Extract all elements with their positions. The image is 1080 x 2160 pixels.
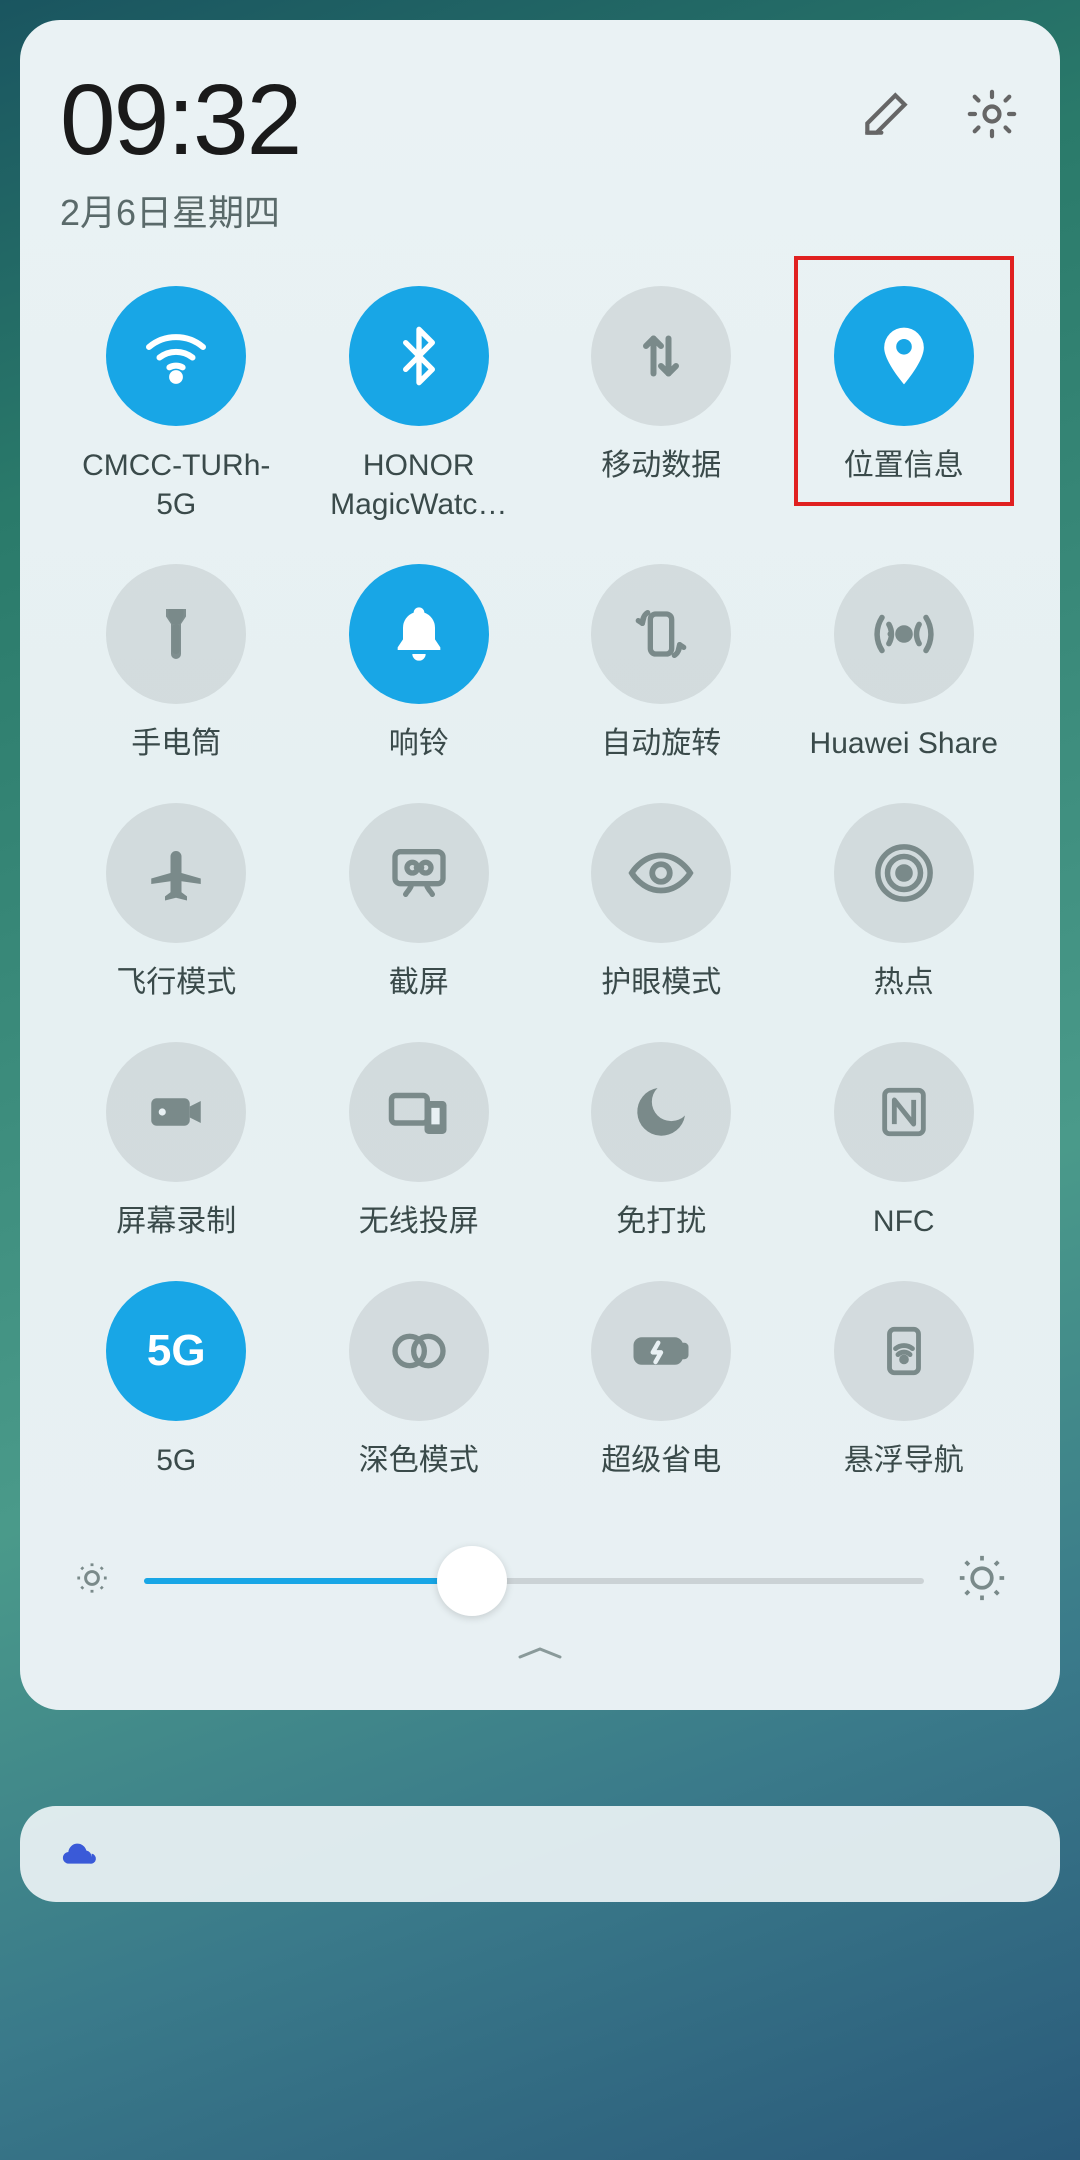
cloud-icon xyxy=(60,1837,100,1872)
floating-nav-icon[interactable] xyxy=(834,1281,974,1421)
tile-label: 自动旋转 xyxy=(601,724,721,763)
power-save-icon[interactable] xyxy=(591,1281,731,1421)
header: 09:32 2月6日星期四 xyxy=(60,70,1020,236)
edit-icon[interactable] xyxy=(858,86,914,147)
airplane-icon[interactable] xyxy=(106,803,246,943)
huawei-share-icon[interactable] xyxy=(834,564,974,704)
nfc-icon[interactable] xyxy=(834,1042,974,1182)
tile-label: 超级省电 xyxy=(601,1441,721,1480)
time-block: 09:32 2月6日星期四 xyxy=(60,70,858,236)
tile-dnd[interactable]: 免打扰 xyxy=(545,1042,778,1241)
tile-wireless-proj[interactable]: 无线投屏 xyxy=(303,1042,536,1241)
eye-comfort-icon[interactable] xyxy=(591,803,731,943)
tile-label: 护眼模式 xyxy=(601,963,721,1002)
tile-label: 移动数据 xyxy=(601,446,721,485)
tile-eye-comfort[interactable]: 护眼模式 xyxy=(545,803,778,1002)
tile-label: 热点 xyxy=(874,963,934,1002)
wifi-icon[interactable] xyxy=(106,286,246,426)
tile-label: HONOR MagicWatc… xyxy=(309,446,529,524)
hotspot-icon[interactable] xyxy=(834,803,974,943)
auto-rotate-icon[interactable] xyxy=(591,564,731,704)
header-actions xyxy=(858,70,1020,147)
tiles-grid: CMCC-TURh-5G HONOR MagicWatc… 移动数据 位置信息手电筒 响… xyxy=(60,286,1020,1480)
tile-label: 截屏 xyxy=(389,963,449,1002)
tile-dark-mode[interactable]: 深色模式 xyxy=(303,1281,536,1480)
tile-ring[interactable]: 响铃 xyxy=(303,564,536,763)
tile-airplane[interactable]: 飞行模式 xyxy=(60,803,293,1002)
clock-date: 2月6日星期四 xyxy=(60,184,858,236)
tile-label: 响铃 xyxy=(389,724,449,763)
tile-label: Huawei Share xyxy=(810,724,998,763)
tile-location[interactable]: 位置信息 xyxy=(788,286,1021,524)
tile-nfc[interactable]: NFC xyxy=(788,1042,1021,1241)
tile-label: CMCC-TURh-5G xyxy=(66,446,286,524)
tile-bluetooth[interactable]: HONOR MagicWatc… xyxy=(303,286,536,524)
tile-hotspot[interactable]: 热点 xyxy=(788,803,1021,1002)
tile-label: 悬浮导航 xyxy=(844,1441,964,1480)
5g-icon[interactable]: 5G xyxy=(106,1281,246,1421)
brightness-high-icon xyxy=(954,1550,1010,1611)
tile-label: 深色模式 xyxy=(359,1441,479,1480)
mobile-data-icon[interactable] xyxy=(591,286,731,426)
tile-power-save[interactable]: 超级省电 xyxy=(545,1281,778,1480)
tile-screen-record[interactable]: 屏幕录制 xyxy=(60,1042,293,1241)
tile-label: 无线投屏 xyxy=(359,1202,479,1241)
tile-label: 屏幕录制 xyxy=(116,1202,236,1241)
tile-wifi[interactable]: CMCC-TURh-5G xyxy=(60,286,293,524)
highlight-box xyxy=(794,256,1015,506)
tile-screenshot[interactable]: 截屏 xyxy=(303,803,536,1002)
wireless-proj-icon[interactable] xyxy=(349,1042,489,1182)
brightness-slider[interactable] xyxy=(144,1551,924,1611)
tile-flashlight[interactable]: 手电筒 xyxy=(60,564,293,763)
tile-5g[interactable]: 5G 5G xyxy=(60,1281,293,1480)
brightness-low-icon xyxy=(70,1556,114,1605)
tile-label: 手电筒 xyxy=(131,724,221,763)
bluetooth-icon[interactable] xyxy=(349,286,489,426)
brightness-row xyxy=(60,1550,1020,1611)
tile-mobile-data[interactable]: 移动数据 xyxy=(545,286,778,524)
quick-settings-panel: 09:32 2月6日星期四 CMCC-TURh-5G HONOR MagicWat… xyxy=(20,20,1060,1710)
clock-time: 09:32 xyxy=(60,70,858,170)
ring-icon[interactable] xyxy=(349,564,489,704)
notification-bar[interactable] xyxy=(20,1806,1060,1902)
screenshot-icon[interactable] xyxy=(349,803,489,943)
brightness-thumb[interactable] xyxy=(437,1546,507,1616)
settings-icon[interactable] xyxy=(964,86,1020,147)
screen-record-icon[interactable] xyxy=(106,1042,246,1182)
tile-huawei-share[interactable]: Huawei Share xyxy=(788,564,1021,763)
tile-label: NFC xyxy=(873,1202,935,1241)
tile-label: 飞行模式 xyxy=(116,963,236,1002)
tile-label: 5G xyxy=(156,1441,196,1480)
flashlight-icon[interactable] xyxy=(106,564,246,704)
dark-mode-icon[interactable] xyxy=(349,1281,489,1421)
collapse-handle[interactable] xyxy=(60,1641,1020,1670)
tile-auto-rotate[interactable]: 自动旋转 xyxy=(545,564,778,763)
tile-label: 免打扰 xyxy=(616,1202,706,1241)
dnd-icon[interactable] xyxy=(591,1042,731,1182)
tile-floating-nav[interactable]: 悬浮导航 xyxy=(788,1281,1021,1480)
